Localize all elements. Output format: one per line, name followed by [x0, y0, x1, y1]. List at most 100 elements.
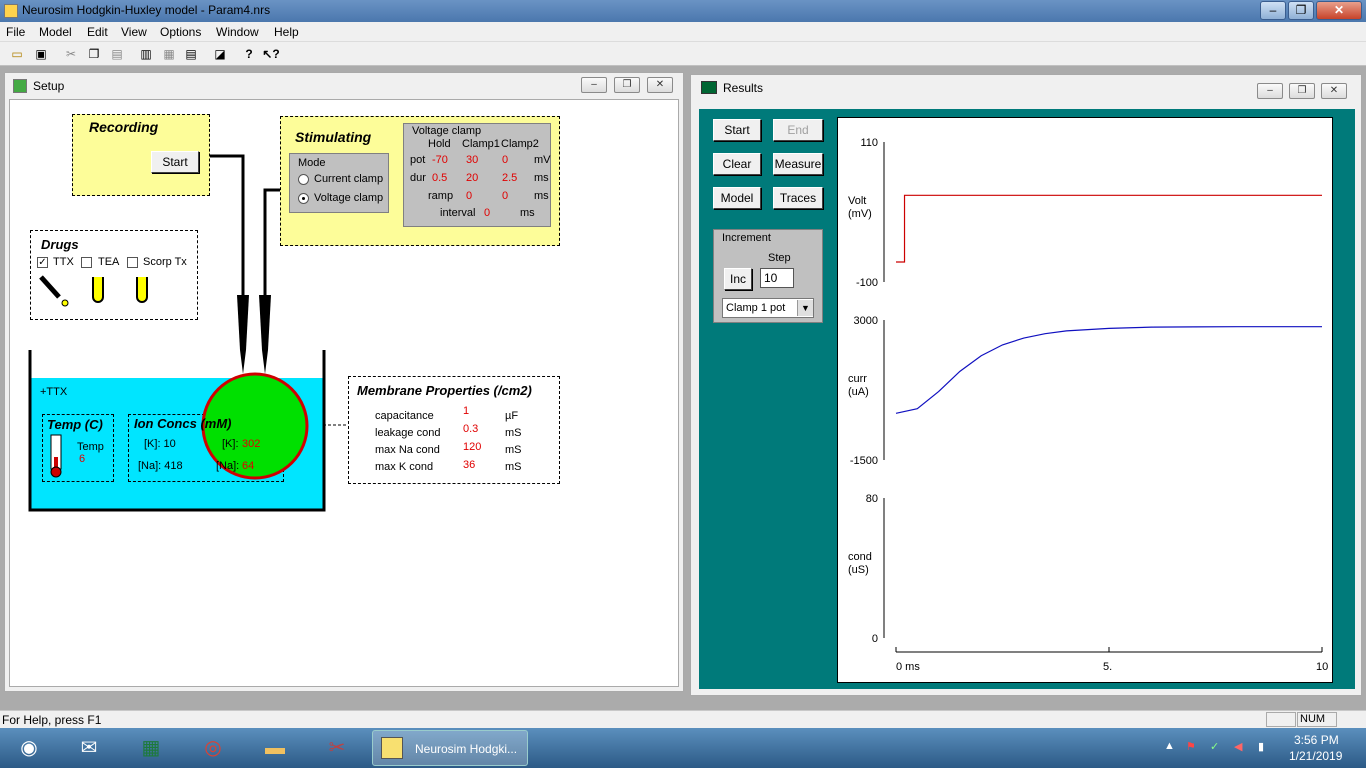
paste-icon[interactable]: ▤ [108, 45, 126, 63]
results-window: Results – ❐ ✕ Start End Clear Measure Mo… [690, 74, 1362, 696]
temp-title: Temp (C) [47, 417, 103, 432]
voltage-clamp-radio[interactable] [298, 193, 309, 204]
menu-edit[interactable]: Edit [87, 25, 108, 39]
context-help-icon[interactable]: ↖? [262, 45, 280, 63]
copy-icon[interactable]: ❐ [85, 45, 103, 63]
setup-close-button[interactable]: ✕ [647, 77, 673, 93]
membrane-value[interactable]: 1 [463, 405, 469, 417]
setup-minimize-button[interactable]: – [581, 77, 607, 93]
task-neurosim[interactable]: Neurosim Hodgki... [372, 730, 528, 766]
clear-button[interactable]: Clear [713, 153, 761, 175]
help-icon[interactable]: ? [240, 45, 258, 63]
vclamp-interval-label: interval [440, 207, 476, 219]
vclamp-row-label: pot [410, 154, 426, 166]
menu-help[interactable]: Help [274, 25, 299, 39]
results-close-button[interactable]: ✕ [1321, 83, 1347, 99]
stimulating-panel: Stimulating Mode Current clamp Voltage c… [280, 116, 560, 246]
tea-checkbox[interactable] [81, 257, 92, 268]
k-out-value[interactable]: [K]: 10 [144, 438, 176, 450]
cut-icon[interactable]: ✂ [62, 45, 80, 63]
notes-icon[interactable]: ▤ [182, 45, 200, 63]
maximize-button[interactable]: ❐ [1288, 1, 1314, 20]
membrane-unit: mS [505, 427, 522, 439]
save-icon[interactable]: ▣ [32, 45, 50, 63]
inc-button[interactable]: Inc [724, 268, 752, 290]
tea-label[interactable]: TEA [98, 256, 119, 268]
setup-maximize-button[interactable]: ❐ [614, 77, 640, 93]
membrane-value[interactable]: 0.3 [463, 423, 478, 435]
na-in-value[interactable]: 64 [242, 460, 254, 472]
measure-button[interactable]: Measure [773, 153, 823, 175]
end-button[interactable]: End [773, 119, 823, 141]
vclamp-value[interactable]: 0.5 [432, 172, 447, 184]
k-in-value[interactable]: 302 [242, 438, 260, 450]
bath-label: +TTX [40, 386, 68, 398]
scorp-tx-label[interactable]: Scorp Tx [143, 256, 187, 268]
menu-file[interactable]: File [6, 25, 25, 39]
network-icon[interactable]: ✓ [1210, 740, 1219, 753]
open-icon[interactable]: ▭ [8, 45, 26, 63]
increment-select[interactable]: Clamp 1 pot ▼ [722, 298, 814, 318]
temp-label: Temp [77, 441, 104, 453]
na-in-label: [Na]: [216, 460, 240, 472]
vclamp-value[interactable]: 30 [466, 154, 478, 166]
setup-icon[interactable]: ▥ [137, 45, 155, 63]
setup-title: Setup [33, 79, 65, 93]
vclamp-value[interactable]: 2.5 [502, 172, 517, 184]
current-clamp-radio[interactable] [298, 174, 309, 185]
results-title: Results [723, 81, 764, 95]
scorp-vial-icon [136, 277, 148, 303]
vclamp-value[interactable]: 0 [502, 154, 508, 166]
y-axis-label: curr [848, 373, 867, 385]
y-tick-label: 80 [866, 493, 878, 505]
current-clamp-label[interactable]: Current clamp [314, 173, 383, 185]
membrane-value[interactable]: 36 [463, 459, 475, 471]
temp-value[interactable]: 6 [79, 453, 85, 465]
start-button[interactable]: Start [713, 119, 761, 141]
grid-icon[interactable]: ▦ [160, 45, 178, 63]
menu-options[interactable]: Options [160, 25, 201, 39]
chevron-down-icon[interactable]: ▼ [797, 300, 813, 316]
explorer-icon[interactable]: ▬ [246, 730, 304, 766]
menu-window[interactable]: Window [216, 25, 259, 39]
tray-arrow-icon[interactable]: ▲ [1164, 740, 1175, 752]
step-label: Step [768, 252, 791, 264]
menu-view[interactable]: View [121, 25, 147, 39]
drugs-title: Drugs [41, 237, 79, 252]
scorp-tx-checkbox[interactable] [127, 257, 138, 268]
trace-line [896, 194, 1322, 263]
minimize-button[interactable]: – [1260, 1, 1286, 20]
flag-icon[interactable]: ⚑ [1186, 740, 1196, 753]
vclamp-interval-value[interactable]: 0 [484, 207, 490, 219]
battery-icon[interactable]: ▮ [1258, 740, 1264, 753]
menu-model[interactable]: Model [39, 25, 72, 39]
vclamp-value[interactable]: 0 [502, 190, 508, 202]
traces-button[interactable]: Traces [773, 187, 823, 209]
mode-group: Mode Current clamp Voltage clamp [289, 153, 389, 213]
model-button[interactable]: Model [713, 187, 761, 209]
volume-icon[interactable]: ◀ [1234, 740, 1242, 753]
results-maximize-button[interactable]: ❐ [1289, 83, 1315, 99]
voltage-clamp-label[interactable]: Voltage clamp [314, 192, 383, 204]
vclamp-value[interactable]: 0 [466, 190, 472, 202]
na-out-value[interactable]: [Na]: 418 [138, 460, 183, 472]
neurosim-icon [381, 737, 403, 759]
recording-start-button[interactable]: Start [151, 151, 199, 173]
thunderbird-icon[interactable]: ✉ [60, 730, 118, 766]
snipping-tool-icon[interactable]: ✂ [308, 730, 366, 766]
membrane-value[interactable]: 120 [463, 441, 481, 453]
ttx-checkbox[interactable]: ✓ [37, 257, 48, 268]
vclamp-row-label: ramp [428, 190, 454, 202]
start-orb-icon[interactable]: ◉ [0, 730, 58, 766]
app-icon [4, 4, 18, 18]
vclamp-value[interactable]: 20 [466, 172, 478, 184]
step-input[interactable]: 10 [760, 268, 794, 288]
close-button[interactable]: ✕ [1316, 1, 1362, 20]
chrome-icon[interactable]: ◎ [184, 730, 242, 766]
ttx-label[interactable]: TTX [53, 256, 74, 268]
results-minimize-button[interactable]: – [1257, 83, 1283, 99]
chart-icon[interactable]: ◪ [211, 45, 229, 63]
vclamp-value[interactable]: -70 [432, 154, 448, 166]
excel-icon[interactable]: ▦ [122, 730, 180, 766]
vclamp-header-clamp1: Clamp1 [462, 138, 500, 150]
